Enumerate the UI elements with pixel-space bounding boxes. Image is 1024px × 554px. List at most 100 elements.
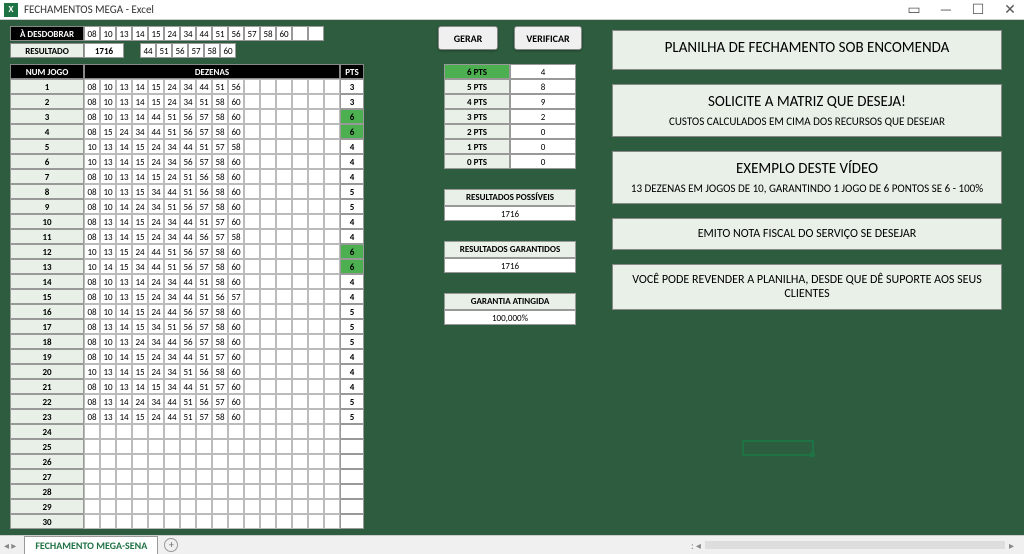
dezena-cell[interactable]: 08 <box>84 94 100 109</box>
dezena-cell[interactable] <box>324 484 340 499</box>
dezena-cell[interactable]: 24 <box>132 394 148 409</box>
dezena-cell[interactable]: 51 <box>164 259 180 274</box>
dezena-cell[interactable]: 15 <box>148 94 164 109</box>
verificar-button[interactable]: VERIFICAR <box>514 26 582 50</box>
dezena-cell[interactable]: 57 <box>212 229 228 244</box>
dezena-cell[interactable]: 58 <box>212 244 228 259</box>
dezena-cell[interactable]: 24 <box>148 289 164 304</box>
dezena-cell[interactable] <box>180 469 196 484</box>
dezena-cell[interactable] <box>276 319 292 334</box>
dezena-cell[interactable] <box>324 454 340 469</box>
dezena-cell[interactable]: 34 <box>164 379 180 394</box>
dezena-cell[interactable] <box>228 499 244 514</box>
dezena-cell[interactable]: 13 <box>116 379 132 394</box>
dezena-cell[interactable] <box>276 514 292 529</box>
dezena-cell[interactable]: 51 <box>180 394 196 409</box>
dezena-cell[interactable] <box>260 274 276 289</box>
dezena-cell[interactable] <box>292 469 308 484</box>
dezena-cell[interactable]: 15 <box>132 184 148 199</box>
dezena-cell[interactable]: 10 <box>100 109 116 124</box>
dezena-cell[interactable] <box>132 514 148 529</box>
dezena-cell[interactable]: 60 <box>228 304 244 319</box>
ribbon-options-icon[interactable]: ▭ <box>904 1 924 18</box>
dezena-cell[interactable] <box>292 169 308 184</box>
dezena-cell[interactable] <box>308 229 324 244</box>
dezena-cell[interactable] <box>196 424 212 439</box>
dezena-cell[interactable]: 15 <box>116 244 132 259</box>
dezena-cell[interactable]: 34 <box>148 184 164 199</box>
dezena-cell[interactable]: 60 <box>228 319 244 334</box>
desdobrar-cell[interactable]: 44 <box>196 26 212 41</box>
dezena-cell[interactable]: 44 <box>148 244 164 259</box>
dezena-cell[interactable] <box>308 184 324 199</box>
dezena-cell[interactable] <box>276 79 292 94</box>
dezena-cell[interactable]: 51 <box>164 199 180 214</box>
dezena-cell[interactable]: 57 <box>212 349 228 364</box>
dezena-cell[interactable] <box>244 79 260 94</box>
dezena-cell[interactable]: 34 <box>148 319 164 334</box>
dezena-cell[interactable] <box>276 379 292 394</box>
dezena-cell[interactable]: 14 <box>116 154 132 169</box>
dezena-cell[interactable]: 56 <box>180 334 196 349</box>
dezena-cell[interactable] <box>244 409 260 424</box>
dezena-cell[interactable] <box>260 169 276 184</box>
dezena-cell[interactable]: 44 <box>164 394 180 409</box>
dezena-cell[interactable] <box>148 499 164 514</box>
dezena-cell[interactable]: 10 <box>84 154 100 169</box>
dezena-cell[interactable]: 08 <box>84 214 100 229</box>
dezena-cell[interactable] <box>84 424 100 439</box>
dezena-cell[interactable] <box>244 439 260 454</box>
dezena-cell[interactable] <box>276 364 292 379</box>
dezena-cell[interactable] <box>324 229 340 244</box>
dezena-cell[interactable]: 60 <box>228 124 244 139</box>
dezena-cell[interactable]: 24 <box>164 79 180 94</box>
dezena-cell[interactable]: 24 <box>116 124 132 139</box>
dezena-cell[interactable]: 15 <box>116 259 132 274</box>
desdobrar-cell[interactable] <box>292 26 308 41</box>
dezena-cell[interactable]: 10 <box>100 79 116 94</box>
dezena-cell[interactable] <box>116 499 132 514</box>
dezena-cell[interactable]: 14 <box>116 229 132 244</box>
dezena-cell[interactable]: 58 <box>212 364 228 379</box>
dezena-cell[interactable]: 60 <box>228 349 244 364</box>
resultado-cell[interactable]: 58 <box>204 43 220 58</box>
dezena-cell[interactable] <box>116 439 132 454</box>
dezena-cell[interactable] <box>228 484 244 499</box>
dezena-cell[interactable]: 14 <box>132 94 148 109</box>
dezena-cell[interactable] <box>180 424 196 439</box>
dezena-cell[interactable] <box>276 109 292 124</box>
dezena-cell[interactable] <box>308 499 324 514</box>
dezena-cell[interactable]: 10 <box>100 274 116 289</box>
dezena-cell[interactable]: 13 <box>116 109 132 124</box>
dezena-cell[interactable] <box>276 409 292 424</box>
dezena-cell[interactable]: 60 <box>228 274 244 289</box>
dezena-cell[interactable] <box>276 199 292 214</box>
dezena-cell[interactable]: 08 <box>84 379 100 394</box>
dezena-cell[interactable]: 34 <box>164 139 180 154</box>
dezena-cell[interactable] <box>324 304 340 319</box>
dezena-cell[interactable]: 34 <box>148 394 164 409</box>
dezena-cell[interactable]: 60 <box>228 364 244 379</box>
dezena-cell[interactable]: 08 <box>84 349 100 364</box>
dezena-cell[interactable]: 51 <box>180 184 196 199</box>
dezena-cell[interactable]: 14 <box>132 169 148 184</box>
dezena-cell[interactable] <box>260 379 276 394</box>
dezena-cell[interactable] <box>308 394 324 409</box>
dezena-cell[interactable] <box>324 169 340 184</box>
dezena-cell[interactable] <box>292 259 308 274</box>
dezena-cell[interactable] <box>116 514 132 529</box>
dezena-cell[interactable]: 10 <box>84 259 100 274</box>
dezena-cell[interactable]: 24 <box>148 349 164 364</box>
dezena-cell[interactable] <box>276 259 292 274</box>
dezena-cell[interactable] <box>276 184 292 199</box>
dezena-cell[interactable]: 34 <box>164 214 180 229</box>
dezena-cell[interactable]: 13 <box>116 94 132 109</box>
dezena-cell[interactable]: 60 <box>228 379 244 394</box>
gerar-button[interactable]: GERAR <box>438 26 498 50</box>
dezena-cell[interactable]: 60 <box>228 94 244 109</box>
dezena-cell[interactable]: 57 <box>196 319 212 334</box>
dezena-cell[interactable]: 10 <box>100 349 116 364</box>
dezena-cell[interactable]: 13 <box>116 169 132 184</box>
dezena-cell[interactable] <box>292 244 308 259</box>
dezena-cell[interactable] <box>196 439 212 454</box>
